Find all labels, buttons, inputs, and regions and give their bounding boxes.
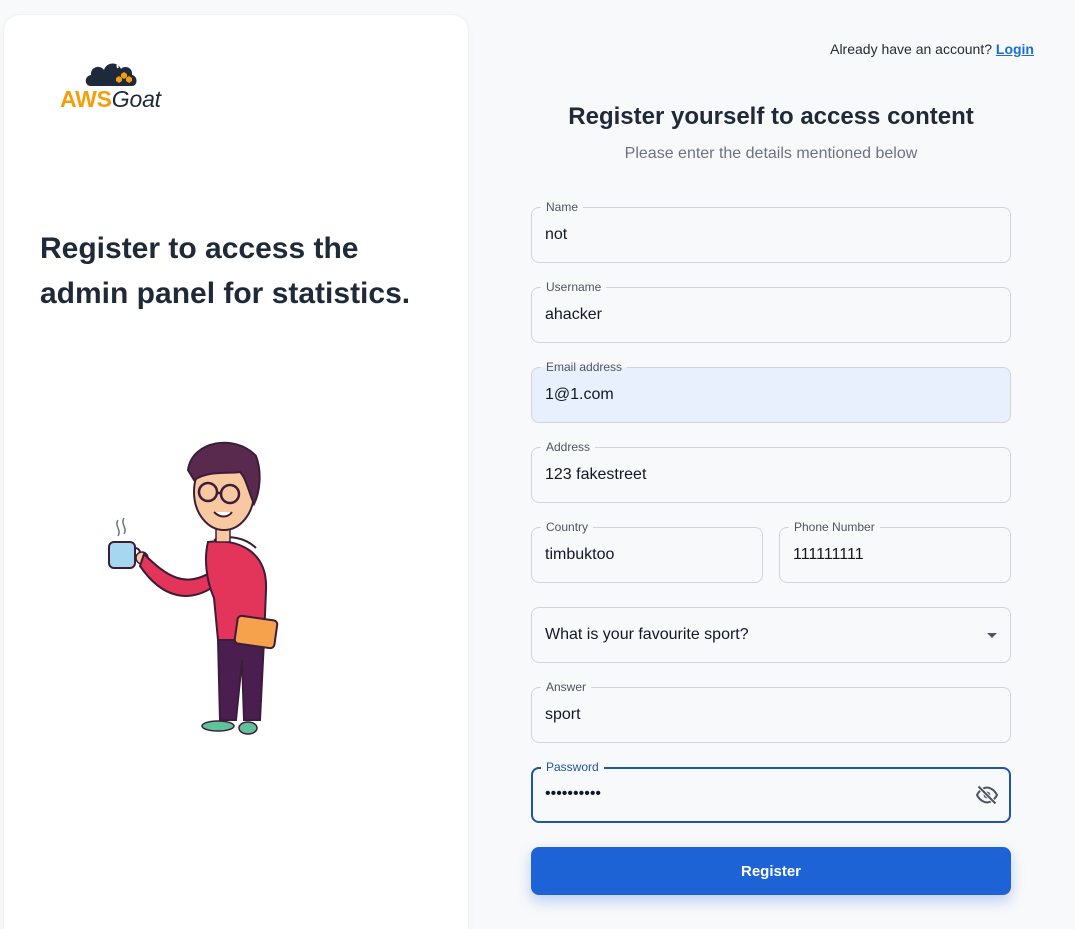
security-question-select[interactable]: What is your favourite sport? (531, 607, 1011, 663)
country-field[interactable]: Country timbuktoo (531, 520, 763, 583)
name-value: not (545, 226, 568, 243)
phone-label: Phone Number (789, 520, 880, 534)
phone-value: 111111111 (793, 546, 864, 563)
left-heading: Register to access the admin panel for s… (40, 232, 411, 310)
username-field[interactable]: Username ahacker (531, 280, 1011, 343)
email-value: 1@1.com (545, 386, 614, 403)
login-link[interactable]: Login (996, 41, 1034, 57)
address-value: 123 fakestreet (545, 466, 647, 483)
address-field[interactable]: Address 123 fakestreet (531, 440, 1011, 503)
form-title: Register yourself to access content (568, 103, 974, 130)
country-value: timbuktoo (545, 546, 615, 563)
password-value: •••••••••• (545, 785, 602, 802)
coffee-person-illustration (108, 441, 279, 735)
username-label: Username (541, 280, 607, 294)
form-subtitle: Please enter the details mentioned below (624, 145, 918, 162)
email-label: Email address (541, 360, 628, 374)
country-label: Country (541, 520, 594, 534)
brand-goat: Goat (111, 86, 161, 112)
brand-wordmark: AWSGoat (60, 86, 161, 113)
answer-field[interactable]: Answer sport (531, 680, 1011, 743)
login-prompt-text: Already have an account? (830, 41, 996, 57)
password-field[interactable]: Password •••••••••• (531, 760, 1011, 823)
answer-value: sport (545, 706, 581, 723)
email-field[interactable]: Email address 1@1.com (531, 360, 1011, 423)
name-field[interactable]: Name not (531, 200, 1011, 263)
name-label: Name (541, 200, 584, 214)
username-value: ahacker (545, 306, 602, 323)
answer-label: Answer (541, 680, 592, 694)
brand-aws: AWS (60, 86, 112, 112)
password-label: Password (541, 760, 604, 774)
security-question-value: What is your favourite sport? (545, 626, 749, 643)
address-label: Address (541, 440, 596, 454)
register-button[interactable]: Register (531, 847, 1011, 895)
phone-field[interactable]: Phone Number 111111111 (779, 520, 1011, 583)
eye-off-icon[interactable] (975, 783, 999, 807)
caret-down-icon (987, 633, 997, 638)
login-prompt: Already have an account? Login (830, 41, 1034, 57)
